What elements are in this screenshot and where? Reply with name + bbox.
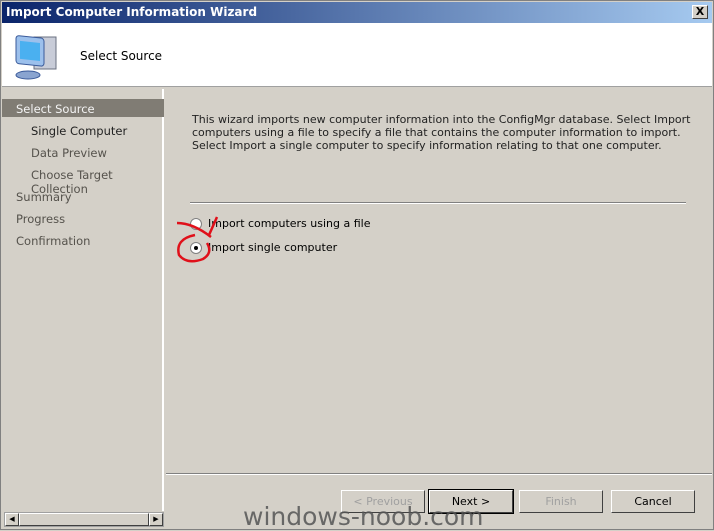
cancel-button[interactable]: Cancel — [611, 490, 695, 513]
nav-confirmation[interactable]: Confirmation — [2, 231, 164, 249]
title-bar[interactable]: Import Computer Information Wizard X — [2, 2, 712, 23]
scroll-thumb[interactable] — [19, 513, 149, 526]
window-title: Import Computer Information Wizard — [6, 5, 258, 19]
nav-single-computer[interactable]: Single Computer — [2, 121, 164, 139]
radio-label: Import single computer — [208, 241, 338, 254]
watermark: windows-noob.com — [243, 502, 484, 531]
divider — [190, 202, 686, 204]
nav-progress[interactable]: Progress — [2, 209, 164, 227]
nav-summary[interactable]: Summary — [2, 187, 164, 205]
content-panel: This wizard imports new computer informa… — [166, 89, 712, 473]
computer-icon — [15, 35, 57, 80]
close-button[interactable]: X — [692, 5, 708, 19]
nav-choose-target-collection[interactable]: Choose Target Collection — [2, 165, 164, 196]
wizard-window: Import Computer Information Wizard X Sel… — [0, 0, 714, 531]
nav-select-source[interactable]: Select Source — [2, 99, 164, 117]
scroll-right-icon[interactable]: ▶ — [149, 513, 163, 526]
description-text: This wizard imports new computer informa… — [192, 113, 691, 152]
wizard-header: Select Source — [2, 23, 712, 87]
nav-data-preview[interactable]: Data Preview — [2, 143, 164, 161]
wizard-steps-panel: Select Source Single Computer Data Previ… — [2, 89, 164, 511]
red-annotation-mark — [176, 216, 219, 263]
footer-divider — [166, 473, 712, 475]
radio-label: Import computers using a file — [208, 217, 371, 230]
header-title: Select Source — [80, 49, 163, 63]
horizontal-scrollbar[interactable]: ◀ ▶ — [4, 512, 164, 527]
scroll-left-icon[interactable]: ◀ — [5, 513, 19, 526]
finish-button[interactable]: Finish — [519, 490, 603, 513]
